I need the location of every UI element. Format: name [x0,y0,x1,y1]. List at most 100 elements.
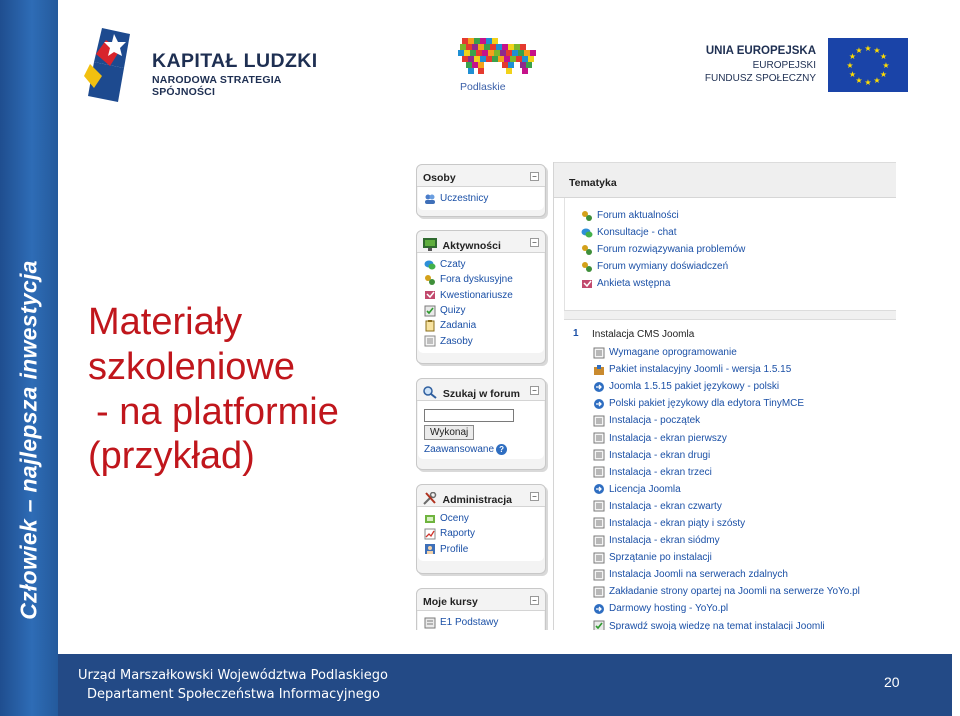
block-search-title: Szukaj w forum [442,388,520,400]
block-administration: Administracja – Oceny Raporty Profile [416,484,546,574]
forum-icon [582,244,592,255]
collapse-icon[interactable]: – [530,492,539,501]
resource-item[interactable]: Instalacja - ekran siódmy [593,532,860,549]
package-icon [594,364,604,375]
page-icon [593,466,605,478]
block-admin-body: Oceny Raporty Profile [418,507,544,561]
resource-item[interactable]: Instalacja - ekran piąty i szósty [593,515,860,532]
block-people: Osoby – Uczestnicy [416,164,546,217]
podlaskie-label: Podlaskie [460,81,506,93]
svg-text:★: ★ [864,78,871,87]
profile-icon [425,544,435,555]
search-submit-button[interactable]: Wykonaj [424,425,475,440]
collapse-icon[interactable]: – [530,386,539,395]
topics-header: Tematyka [554,162,896,198]
advanced-search-link[interactable]: Zaawansowane ? [424,444,544,455]
activity-item-assignments[interactable]: Zadania [424,318,544,333]
page-number: 20 [884,674,900,690]
topic-item-chat[interactable]: Konsultacje - chat [581,224,745,241]
topic-item-news-forum[interactable]: Forum aktualności [581,207,745,224]
section-separator [564,310,896,320]
help-icon[interactable]: ? [496,444,508,455]
kapital-ludzki-logo: KAPITAŁ LUDZKI NARODOWA STRATEGIA SPÓJNO… [84,26,344,108]
activity-item-quizzes[interactable]: Quizy [424,303,544,318]
admin-item-grades[interactable]: Oceny [424,511,544,526]
block-my-courses: Moje kursy – E1 Podstawy [416,588,546,630]
topic-item-problems-forum[interactable]: Forum rozwiązywania problemów [581,241,745,258]
chat-icon [581,228,593,237]
block-people-body: Uczestnicy [418,187,544,211]
collapse-icon[interactable]: – [530,172,539,181]
resource-item[interactable]: Instalacja - ekran drugi [593,447,860,464]
svg-text:★: ★ [864,44,871,53]
block-forum-search: Szukaj w forum – Wykonaj Zaawansowane ? [416,378,546,470]
resource-item[interactable]: Instalacja Joomli na serwerach zdalnych [593,566,860,583]
questionnaire-icon [425,291,435,300]
svg-text:★: ★ [849,70,856,79]
topic-item-exchange-forum[interactable]: Forum wymiany doświadczeń [581,258,745,275]
kapital-ludzki-title: KAPITAŁ LUDZKI [152,50,318,72]
forum-search-input[interactable] [424,409,514,422]
activity-item-chats[interactable]: Czaty [424,257,544,272]
resource-item[interactable]: Sprzątanie po instalacji [593,549,860,566]
resource-item[interactable]: Zakładanie strony opartej na Joomli na s… [593,583,860,600]
resource-item[interactable]: Sprawdź swoją wiedzę na temat instalacji… [593,618,860,630]
resource-item[interactable]: Instalacja - początek [593,412,860,429]
link-icon [594,381,604,392]
eu-line-1: UNIA EUROPEJSKA [705,45,816,57]
eu-logo: UNIA EUROPEJSKA EUROPEJSKI FUNDUSZ SPOŁE… [705,38,908,94]
course-item[interactable]: E1 Podstawy [424,615,544,630]
title-line-4: (przykład) [88,435,255,478]
resource-item[interactable]: Joomla 1.5.15 pakiet językowy - polski [593,378,860,395]
grades-icon [425,514,435,523]
survey-icon [582,279,592,288]
right-margin [952,0,960,716]
resource-item[interactable]: Licencja Joomla [593,481,860,498]
course-main-content: Tematyka Forum aktualności Konsultacje -… [553,162,896,630]
resource-item[interactable]: Instalacja - ekran pierwszy [593,429,860,446]
page-icon [593,432,605,444]
page-icon [593,535,605,547]
admin-item-profile[interactable]: Profile [424,542,544,557]
admin-item-reports[interactable]: Raporty [424,526,544,541]
block-search-header: Szukaj w forum – [417,379,545,401]
block-admin-title: Administracja [442,494,512,506]
podlaskie-logo: Podlaskie [458,36,542,96]
left-vertical-band: Człowiek – najlepsza inwestycja [0,0,58,716]
svg-text:★: ★ [846,61,853,70]
search-icon [423,386,437,399]
resource-item[interactable]: Polski pakiet językowy dla edytora TinyM… [593,395,860,412]
bison-mosaic-icon [458,38,536,74]
link-icon [594,484,604,495]
block-admin-header: Administracja – [417,485,545,507]
activity-item-questionnaires[interactable]: Kwestionariusze [424,288,544,303]
page-icon [593,552,605,564]
resource-item[interactable]: Instalacja - ekran czwarty [593,498,860,515]
reports-icon [424,528,436,540]
block-activities: Aktywności – Czaty Fora dyskusyjne Kwest… [416,230,546,364]
title-line-1: Materiały [88,301,243,343]
activity-item-forums[interactable]: Fora dyskusyjne [424,272,544,287]
collapse-icon[interactable]: – [530,238,539,247]
collapse-icon[interactable]: – [530,596,539,605]
section-resource-list: Wymagane oprogramowanie Pakiet instalacy… [593,344,860,630]
page-icon [593,517,605,529]
topic-item-survey[interactable]: Ankieta wstępna [581,275,745,292]
svg-text:★: ★ [873,76,880,85]
footer-line-2: Departament Społeczeństwa Informacyjnego [87,687,380,702]
title-line-2: szkoleniowe [88,345,295,388]
resource-item[interactable]: Pakiet instalacyjny Joomli - wersja 1.5.… [593,361,860,378]
page-icon [593,415,605,427]
block-activities-body: Czaty Fora dyskusyjne Kwestionariusze Qu… [418,253,544,353]
resource-item[interactable]: Darmowy hosting - YoYo.pl [593,600,860,617]
tools-icon [423,492,437,505]
title-line-3: - na platformie [96,390,339,433]
forum-icon [582,261,592,272]
block-search-body: Wykonaj Zaawansowane ? [418,401,544,459]
activity-item-resources[interactable]: Zasoby [424,333,544,348]
course-icon [424,617,436,629]
resource-item[interactable]: Wymagane oprogramowanie [593,344,860,361]
resource-item[interactable]: Instalacja - ekran trzeci [593,464,860,481]
people-item-participants[interactable]: Uczestnicy [424,191,544,206]
block-activities-header: Aktywności – [417,231,545,253]
